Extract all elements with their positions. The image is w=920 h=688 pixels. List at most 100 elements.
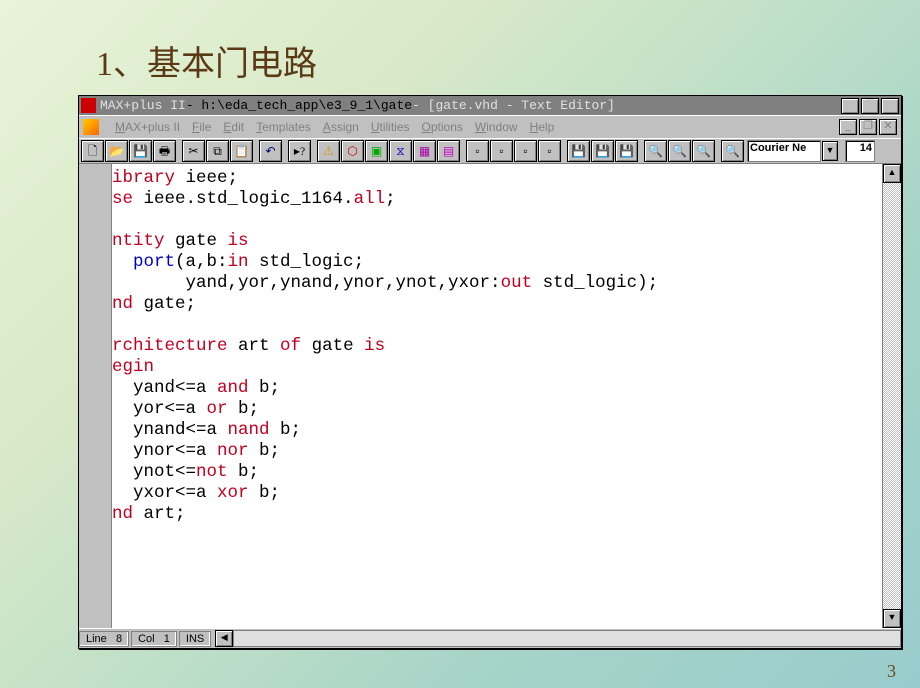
scroll-left-icon[interactable]: ◀ [215, 630, 233, 647]
tool-icon[interactable]: ▫ [514, 140, 537, 162]
code-text: b; [249, 483, 281, 503]
code-text: ibrary [112, 168, 175, 188]
menu-help[interactable]: Help [530, 120, 555, 134]
code-text: std_logic); [532, 273, 658, 293]
menu-utilities[interactable]: Utilities [371, 120, 410, 134]
code-text: (a,b: [175, 252, 228, 272]
undo-icon[interactable]: ↶ [259, 140, 282, 162]
menu-bar: MMAX+plus IIAX+plus II File Edit Templat… [79, 115, 901, 138]
find-icon[interactable]: 🔍 [644, 140, 667, 162]
code-text: art; [133, 504, 186, 524]
editor-area: ibrary ieee; se ieee.std_logic_1164.all;… [79, 164, 901, 628]
timing-icon[interactable]: ⧖ [389, 140, 412, 162]
font-name-field[interactable]: Courier Ne [747, 140, 821, 162]
scroll-up-icon[interactable]: ▲ [883, 164, 901, 183]
status-line: Line 8 [79, 631, 129, 647]
code-text: rchitecture [112, 336, 228, 356]
code-text: yand<=a [112, 378, 217, 398]
code-text: all [354, 189, 386, 209]
restore-button[interactable]: ❐ [861, 98, 879, 114]
close-button[interactable]: ✕ [879, 119, 897, 135]
find-next-icon[interactable]: 🔍 [668, 140, 691, 162]
menu-app[interactable]: MMAX+plus IIAX+plus II [115, 120, 180, 134]
code-text: in [228, 252, 249, 272]
tool-icon[interactable]: ▫ [490, 140, 513, 162]
help-icon[interactable]: ▸? [288, 140, 311, 162]
title-doc: - [gate.vhd - Text Editor] [412, 98, 615, 113]
code-text: is [228, 231, 249, 251]
title-path: - h:\eda_tech_app\e3_9_1\gate [186, 98, 412, 113]
menu-logo-icon [83, 119, 99, 135]
find-icon[interactable]: 🔍 [721, 140, 744, 162]
status-bar: Line 8 Col 1 INS ◀ [79, 628, 901, 648]
close-button[interactable]: ✕ [881, 98, 899, 114]
copy-icon[interactable]: ⧉ [206, 140, 229, 162]
code-text: egin [112, 357, 154, 377]
save-icon[interactable]: 💾 [129, 140, 152, 162]
code-text: se [112, 189, 133, 209]
programmer-icon[interactable]: ▤ [437, 140, 460, 162]
open-icon[interactable]: 📂 [105, 140, 128, 162]
tool-icon[interactable]: ▫ [538, 140, 561, 162]
code-text: yxor<=a [112, 483, 217, 503]
new-icon[interactable]: 🗋 [81, 140, 104, 162]
code-text: gate; [133, 294, 196, 314]
simulate-icon[interactable]: ▣ [365, 140, 388, 162]
cut-icon[interactable]: ✂ [182, 140, 205, 162]
code-text: yand,yor,ynand,ynor,ynot,yxor: [112, 273, 501, 293]
code-text: b; [270, 420, 302, 440]
save-icon[interactable]: 💾 [615, 140, 638, 162]
code-text: or [207, 399, 228, 419]
code-text: ynot<= [112, 462, 196, 482]
app-icon [81, 98, 96, 113]
code-text: art [228, 336, 281, 356]
gutter [79, 164, 112, 628]
scroll-down-icon[interactable]: ▼ [883, 609, 901, 628]
print-icon[interactable]: 🖶 [153, 140, 176, 162]
paste-icon[interactable]: 📋 [230, 140, 253, 162]
toolbar: 🗋 📂 💾 🖶 ✂ ⧉ 📋 ↶ ▸? ⚠ ⬡ ▣ ⧖ ▦ ▤ ▫ ▫ ▫ ▫ 💾… [79, 138, 901, 164]
menu-assign[interactable]: Assign [323, 120, 359, 134]
restore-button[interactable]: ❐ [859, 119, 877, 135]
minimize-button[interactable]: _ [841, 98, 859, 114]
floorplan-icon[interactable]: ▦ [413, 140, 436, 162]
code-text: nor [217, 441, 249, 461]
mdi-window-controls: _ ❐ ✕ [841, 98, 899, 114]
scroll-track[interactable] [883, 183, 901, 609]
code-text: ynand<=a [112, 420, 228, 440]
code-text: ynor<=a [112, 441, 217, 461]
code-editor[interactable]: ibrary ieee; se ieee.std_logic_1164.all;… [112, 164, 882, 628]
save-icon[interactable]: 💾 [591, 140, 614, 162]
font-dropdown-icon[interactable]: ▼ [822, 141, 838, 161]
title-app: MAX+plus II [100, 98, 186, 113]
window-controls: _ ❐ ✕ [839, 119, 897, 135]
menu-options[interactable]: Options [422, 120, 463, 134]
code-text: ieee.std_logic_1164. [133, 189, 354, 209]
code-text: ; [385, 189, 396, 209]
font-size-field[interactable]: 14 [845, 140, 875, 162]
code-text: is [364, 336, 385, 356]
code-text: nand [228, 420, 270, 440]
ide-window: MAX+plus II - h:\eda_tech_app\e3_9_1\gat… [78, 95, 902, 649]
menu-file[interactable]: File [192, 120, 211, 134]
horizontal-scrollbar[interactable] [233, 630, 901, 647]
save-icon[interactable]: 💾 [567, 140, 590, 162]
tool-icon[interactable]: ▫ [466, 140, 489, 162]
vertical-scrollbar[interactable]: ▲ ▼ [882, 164, 901, 628]
hierarchy-icon[interactable]: ⬡ [341, 140, 364, 162]
code-text: nd [112, 294, 133, 314]
code-text: nd [112, 504, 133, 524]
code-text: b; [249, 441, 281, 461]
code-text: out [501, 273, 533, 293]
page-title: 1、基本门电路 [0, 0, 920, 95]
menu-edit[interactable]: Edit [223, 120, 244, 134]
find-prev-icon[interactable]: 🔍 [692, 140, 715, 162]
minimize-button[interactable]: _ [839, 119, 857, 135]
menu-window[interactable]: Window [475, 120, 518, 134]
status-col: Col 1 [131, 631, 177, 647]
code-text: ieee; [175, 168, 238, 188]
menu-templates[interactable]: Templates [256, 120, 311, 134]
code-text: xor [217, 483, 249, 503]
status-ins: INS [179, 631, 211, 647]
compile-icon[interactable]: ⚠ [317, 140, 340, 162]
